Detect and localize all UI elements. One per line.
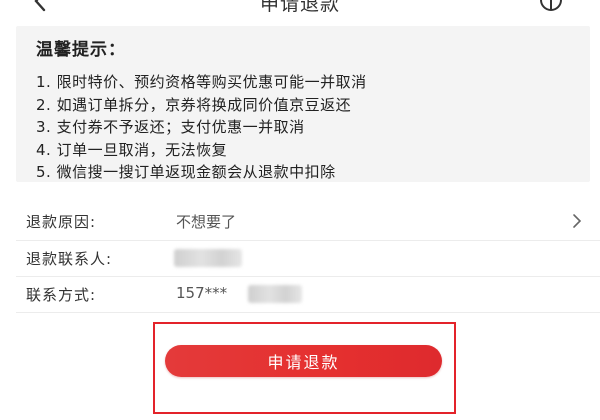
notice-item: 5. 微信搜一搜订单返现金额会从退款中扣除: [36, 163, 336, 181]
blurred-contact-name: [174, 249, 242, 267]
notice-item: 2. 如遇订单拆分，京券将换成同价值京豆返还: [36, 95, 352, 114]
refund-contact-row[interactable]: 退款联系人:: [0, 240, 600, 276]
header-bar: 申请退款: [0, 0, 600, 16]
notice-list: 1. 限时特价、预约资格等购买优惠可能一并取消 2. 如遇订单拆分，京券将换成同…: [36, 71, 590, 184]
notice-title: 温馨提示：: [36, 40, 126, 60]
refund-reason-label: 退款原因:: [26, 213, 97, 231]
blurred-phone-digits: [248, 285, 302, 303]
notice-item: 4. 订单一旦取消，无法恢复: [36, 140, 228, 159]
refund-reason-row[interactable]: 退款原因: 不想要了: [0, 203, 600, 239]
refund-page: 申请退款 温馨提示： 1. 限时特价、预约资格等购买优惠可能一并取消 2. 如遇…: [0, 0, 600, 420]
customer-service-icon[interactable]: [538, 0, 564, 12]
divider: [16, 312, 600, 313]
chevron-right-icon[interactable]: [572, 213, 582, 229]
page-title: 申请退款: [259, 0, 340, 15]
notice-item: 3. 支付券不予返还；支付优惠一并取消: [36, 118, 305, 136]
notice-item: 1. 限时特价、预约资格等购买优惠可能一并取消: [36, 73, 367, 91]
refund-contact-label: 退款联系人:: [26, 250, 113, 268]
contact-method-label: 联系方式:: [26, 286, 97, 304]
submit-refund-button[interactable]: 申请退款: [165, 345, 442, 377]
contact-method-row[interactable]: 联系方式: 157***: [0, 276, 600, 312]
notice-panel: 温馨提示： 1. 限时特价、预约资格等购买优惠可能一并取消 2. 如遇订单拆分，…: [16, 26, 590, 182]
refund-reason-value: 不想要了: [176, 213, 237, 231]
phone-number-value: 157***: [176, 284, 228, 302]
